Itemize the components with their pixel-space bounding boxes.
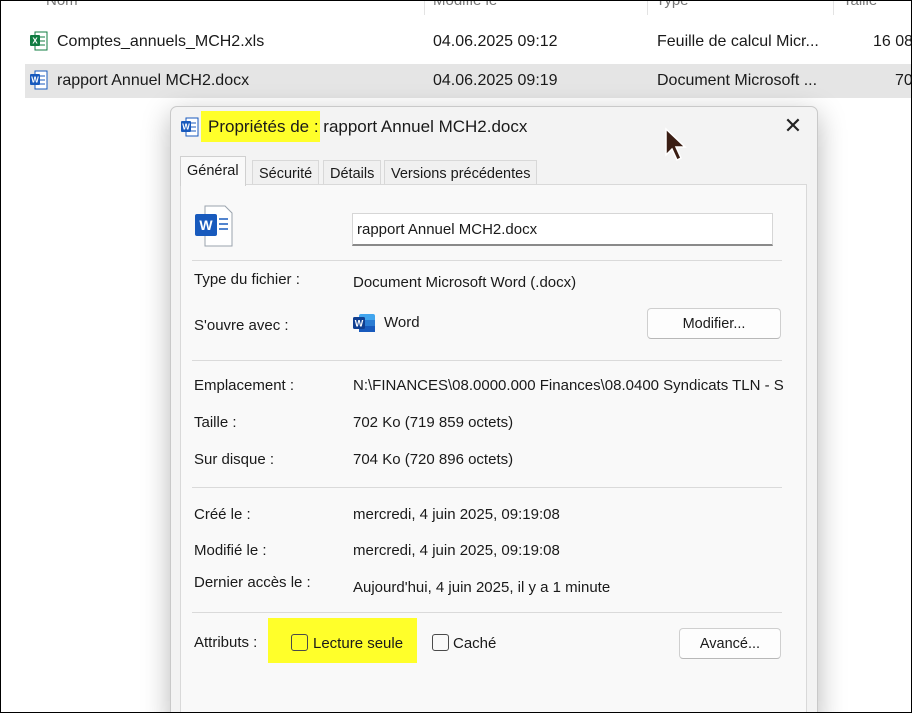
location-value: N:\FINANCES\08.0000.000 Finances\08.0400… xyxy=(353,377,784,394)
file-modified: 04.06.2025 09:19 xyxy=(433,72,558,89)
word-icon: W xyxy=(181,117,199,137)
created-label: Créé le : xyxy=(194,506,251,523)
file-type: Document Microsoft ... xyxy=(657,72,818,89)
column-header-size[interactable]: Taille xyxy=(843,0,877,9)
accessed-value: Aujourd'hui, 4 juin 2025, il y a 1 minut… xyxy=(353,579,611,596)
svg-text:W: W xyxy=(182,123,190,132)
opens-with-value: Word xyxy=(384,314,420,331)
tab-details[interactable]: Détails xyxy=(323,160,382,184)
created-value: mercredi, 4 juin 2025, 09:19:08 xyxy=(353,506,560,523)
word-icon: W xyxy=(30,70,48,90)
readonly-checkbox[interactable] xyxy=(291,634,308,651)
file-size: 70 xyxy=(895,72,912,89)
disk-size-value: 704 Ko (720 896 octets) xyxy=(353,451,514,468)
close-icon: ✕ xyxy=(783,113,803,138)
properties-dialog: W Propriétés de : rapport Annuel MCH2.do… xyxy=(170,106,818,713)
file-modified: 04.06.2025 09:12 xyxy=(433,33,558,50)
tab-previous-versions[interactable]: Versions précédentes xyxy=(384,160,538,184)
readonly-label[interactable]: Lecture seule xyxy=(313,635,403,652)
column-header-name[interactable]: Nom xyxy=(46,0,78,9)
file-type-value: Document Microsoft Word (.docx) xyxy=(353,274,577,291)
opens-with-label: S'ouvre avec : xyxy=(194,317,289,334)
file-row-xls[interactable]: X Comptes_annuels_MCH2.xls 04.06.2025 09… xyxy=(25,25,912,59)
separator xyxy=(192,487,782,488)
dialog-title: Propriétés de : rapport Annuel MCH2.docx xyxy=(208,117,528,136)
column-divider[interactable] xyxy=(424,1,425,15)
location-label: Emplacement : xyxy=(194,377,295,394)
excel-icon: X xyxy=(30,31,48,51)
file-row-docx[interactable]: W rapport Annuel MCH2.docx 04.06.2025 09… xyxy=(25,64,912,98)
dialog-titlebar[interactable]: W Propriétés de : rapport Annuel MCH2.do… xyxy=(171,107,817,147)
attributes-label: Attributs : xyxy=(194,634,258,651)
accessed-label: Dernier accès le : xyxy=(194,574,311,591)
size-label: Taille : xyxy=(194,414,237,431)
word-app-icon: W xyxy=(353,314,375,332)
filename-input[interactable] xyxy=(352,213,773,246)
svg-text:W: W xyxy=(31,76,39,85)
separator xyxy=(192,260,782,261)
column-divider[interactable] xyxy=(647,1,648,15)
column-header-bar: Nom Modifié le Type Taille xyxy=(1,0,911,15)
modified-label: Modifié le : xyxy=(194,542,267,559)
column-header-modified[interactable]: Modifié le xyxy=(433,0,497,9)
separator xyxy=(192,612,782,613)
close-button[interactable]: ✕ xyxy=(781,115,805,139)
file-name: rapport Annuel MCH2.docx xyxy=(57,72,250,89)
word-document-icon: W xyxy=(195,205,233,247)
column-divider[interactable] xyxy=(833,1,834,15)
column-header-type[interactable]: Type xyxy=(656,0,689,9)
modified-value: mercredi, 4 juin 2025, 09:19:08 xyxy=(353,542,560,559)
hidden-label[interactable]: Caché xyxy=(453,635,496,652)
size-value: 702 Ko (719 859 octets) xyxy=(353,414,514,431)
hidden-checkbox[interactable] xyxy=(432,634,449,651)
svg-text:X: X xyxy=(32,37,38,46)
general-panel: W Type du fichier : Document Microsoft W… xyxy=(180,184,807,713)
file-type: Feuille de calcul Micr... xyxy=(657,33,819,50)
mouse-cursor-icon xyxy=(665,127,687,162)
tab-general[interactable]: Général xyxy=(180,156,246,186)
file-type-label: Type du fichier : xyxy=(194,271,300,288)
separator xyxy=(192,360,782,361)
file-size: 16 08 xyxy=(873,33,912,50)
file-name: Comptes_annuels_MCH2.xls xyxy=(57,33,265,50)
svg-text:W: W xyxy=(199,217,213,233)
svg-text:W: W xyxy=(355,319,364,329)
disk-size-label: Sur disque : xyxy=(194,451,275,468)
advanced-button[interactable]: Avancé... xyxy=(679,628,781,659)
tab-security[interactable]: Sécurité xyxy=(252,160,320,184)
modify-button[interactable]: Modifier... xyxy=(647,308,781,339)
